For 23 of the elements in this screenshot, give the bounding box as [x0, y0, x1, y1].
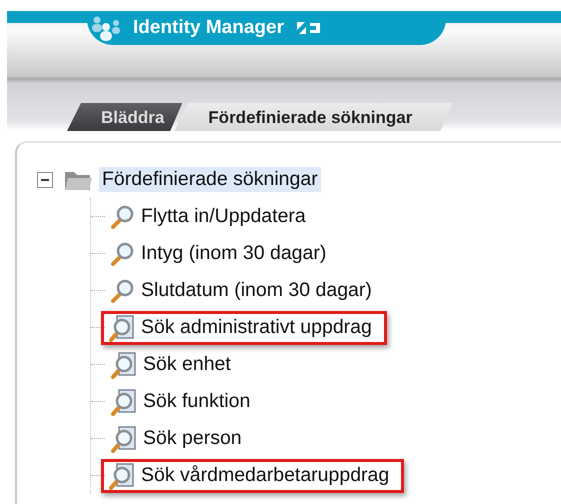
document-search-icon [107, 462, 135, 490]
app-title: Identity Manager [133, 17, 284, 39]
tree-item[interactable]: Fördefinierade sökningar [99, 167, 321, 192]
expand-icon[interactable] [296, 20, 322, 36]
tree-item[interactable]: Sök funktion [103, 386, 256, 418]
tree-item[interactable]: Slutdatum (inom 30 dagar) [103, 276, 378, 306]
document-search-icon [109, 350, 137, 378]
magnifier-icon [109, 204, 135, 230]
document-search-icon [109, 388, 137, 416]
magnifier-icon [109, 240, 135, 266]
tree-item[interactable]: Sök person [103, 422, 248, 454]
users-icon [91, 15, 121, 41]
tree-item[interactable]: Sök administrativt uppdrag [101, 310, 387, 344]
collapse-icon[interactable] [37, 172, 53, 188]
magnifier-icon [109, 278, 135, 304]
document-search-icon [107, 314, 135, 342]
tree-item[interactable]: Sök enhet [103, 348, 237, 380]
tree-item[interactable]: Intyg (inom 30 dagar) [103, 238, 332, 268]
tree-item[interactable]: Flytta in/Uppdatera [103, 202, 312, 232]
document-search-icon [109, 424, 137, 452]
tab[interactable]: Bläddra [67, 103, 182, 131]
tree-item[interactable]: Sök vårdmedarbetaruppdrag [101, 458, 404, 492]
tab[interactable]: Fördefinierade sökningar [174, 103, 452, 131]
